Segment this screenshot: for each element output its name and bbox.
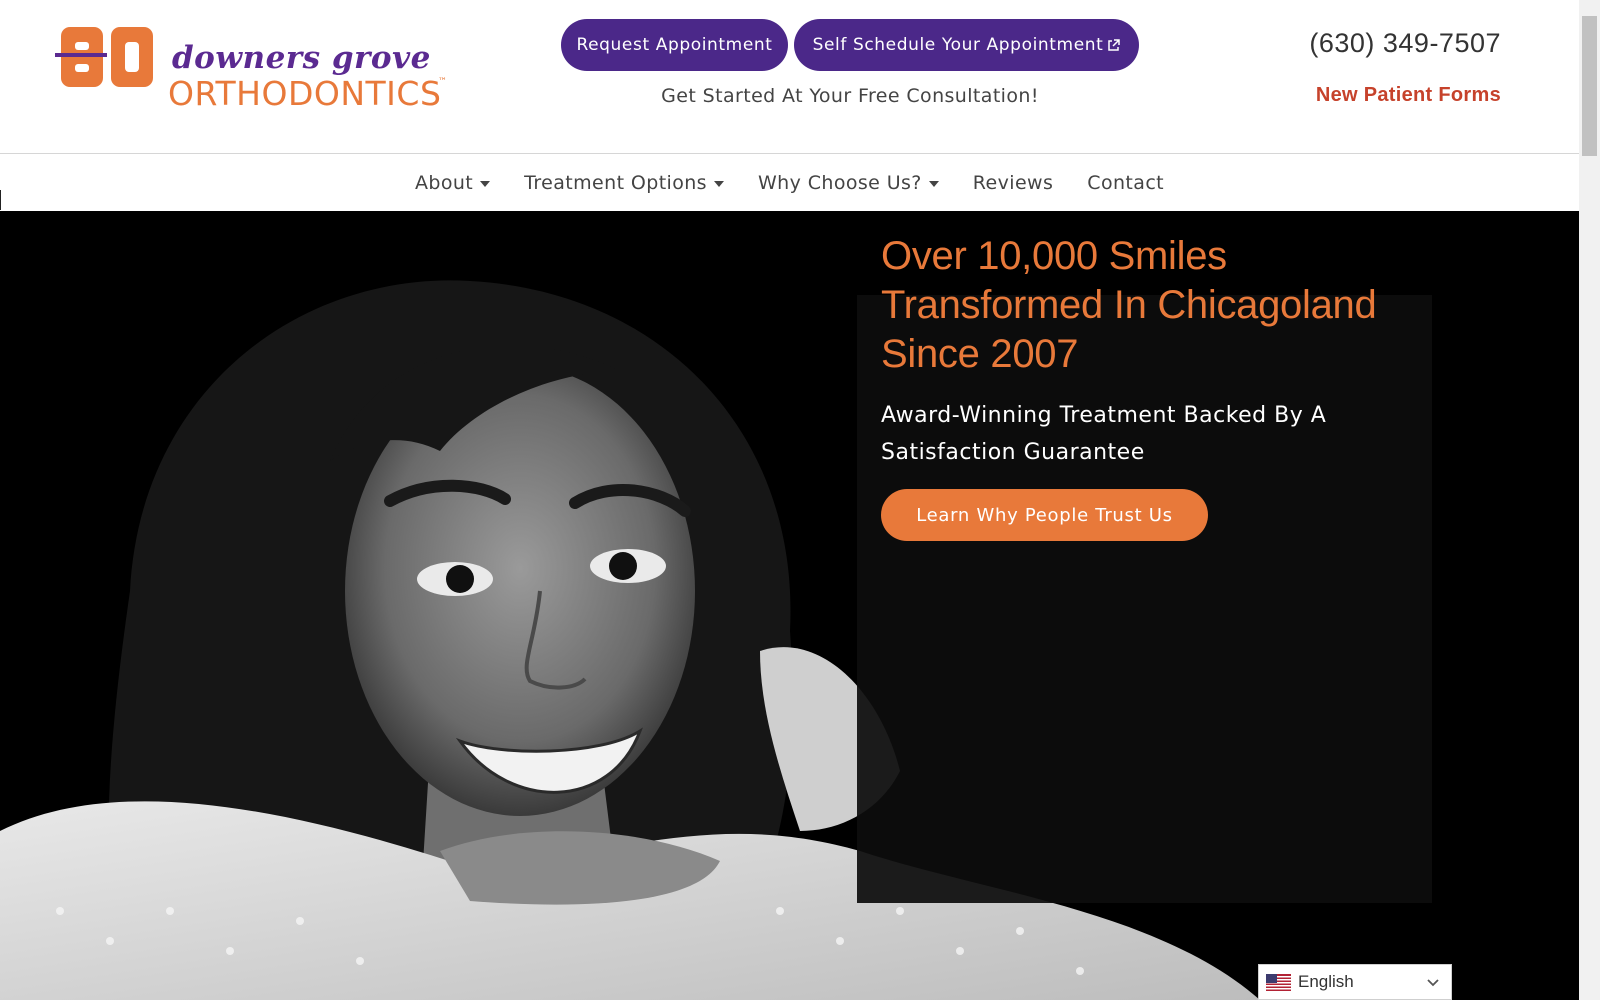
scrollbar-thumb[interactable] xyxy=(1582,16,1597,156)
page-scrollbar[interactable] xyxy=(1579,0,1600,1000)
learn-why-trust-label: Learn Why People Trust Us xyxy=(916,504,1173,526)
main-nav: About Treatment Options Why Choose Us? R… xyxy=(0,154,1579,211)
hero-title: Over 10,000 Smiles Transformed In Chicag… xyxy=(881,234,1377,376)
logo-text-top: downers grove xyxy=(172,40,431,76)
nav-item-reviews[interactable]: Reviews xyxy=(973,172,1054,194)
nav-label: Treatment Options xyxy=(524,171,707,194)
text-cursor-marker xyxy=(0,190,1,210)
external-link-icon xyxy=(1108,38,1121,51)
new-patient-forms-link[interactable]: New Patient Forms xyxy=(1316,84,1501,107)
caret-down-icon xyxy=(928,180,939,187)
consultation-tagline: Get Started At Your Free Consultation! xyxy=(661,85,1039,107)
request-appointment-label: Request Appointment xyxy=(576,35,773,55)
language-selected-label: English xyxy=(1298,972,1354,991)
us-flag-icon xyxy=(1266,973,1291,991)
learn-why-trust-button[interactable]: Learn Why People Trust Us xyxy=(881,489,1208,541)
logo[interactable]: downers grove ORTHODONTICS ™ xyxy=(55,22,455,117)
caret-down-icon xyxy=(480,180,491,187)
nav-label: Why Choose Us? xyxy=(758,171,922,194)
site-header: downers grove ORTHODONTICS ™ Request App… xyxy=(0,0,1579,154)
self-schedule-button[interactable]: Self Schedule Your Appointment xyxy=(794,19,1139,71)
logo-text-bottom: ORTHODONTICS xyxy=(168,74,442,113)
nav-label: Contact xyxy=(1087,171,1165,194)
nav-item-about[interactable]: About xyxy=(414,171,491,194)
request-appointment-button[interactable]: Request Appointment xyxy=(561,19,788,71)
language-selector[interactable]: English xyxy=(1258,964,1452,1000)
nav-item-why-choose-us[interactable]: Why Choose Us? xyxy=(758,172,939,194)
nav-item-treatment-options[interactable]: Treatment Options xyxy=(524,172,724,194)
caret-down-icon xyxy=(714,180,724,187)
nav-item-contact[interactable]: Contact xyxy=(1087,172,1164,194)
nav-label: About xyxy=(414,171,474,194)
self-schedule-label: Self Schedule Your Appointment xyxy=(812,35,1104,55)
logo-trademark: ™ xyxy=(438,77,447,87)
phone-link[interactable]: (630) 349-7507 xyxy=(1309,28,1501,59)
logo-mark-icon xyxy=(55,27,153,87)
chevron-down-icon xyxy=(1427,979,1439,987)
nav-label: Reviews xyxy=(972,171,1054,194)
hero-text-panel xyxy=(857,295,1432,903)
hero-subtitle: Award-Winning Treatment Backed By A Sati… xyxy=(881,403,1327,465)
